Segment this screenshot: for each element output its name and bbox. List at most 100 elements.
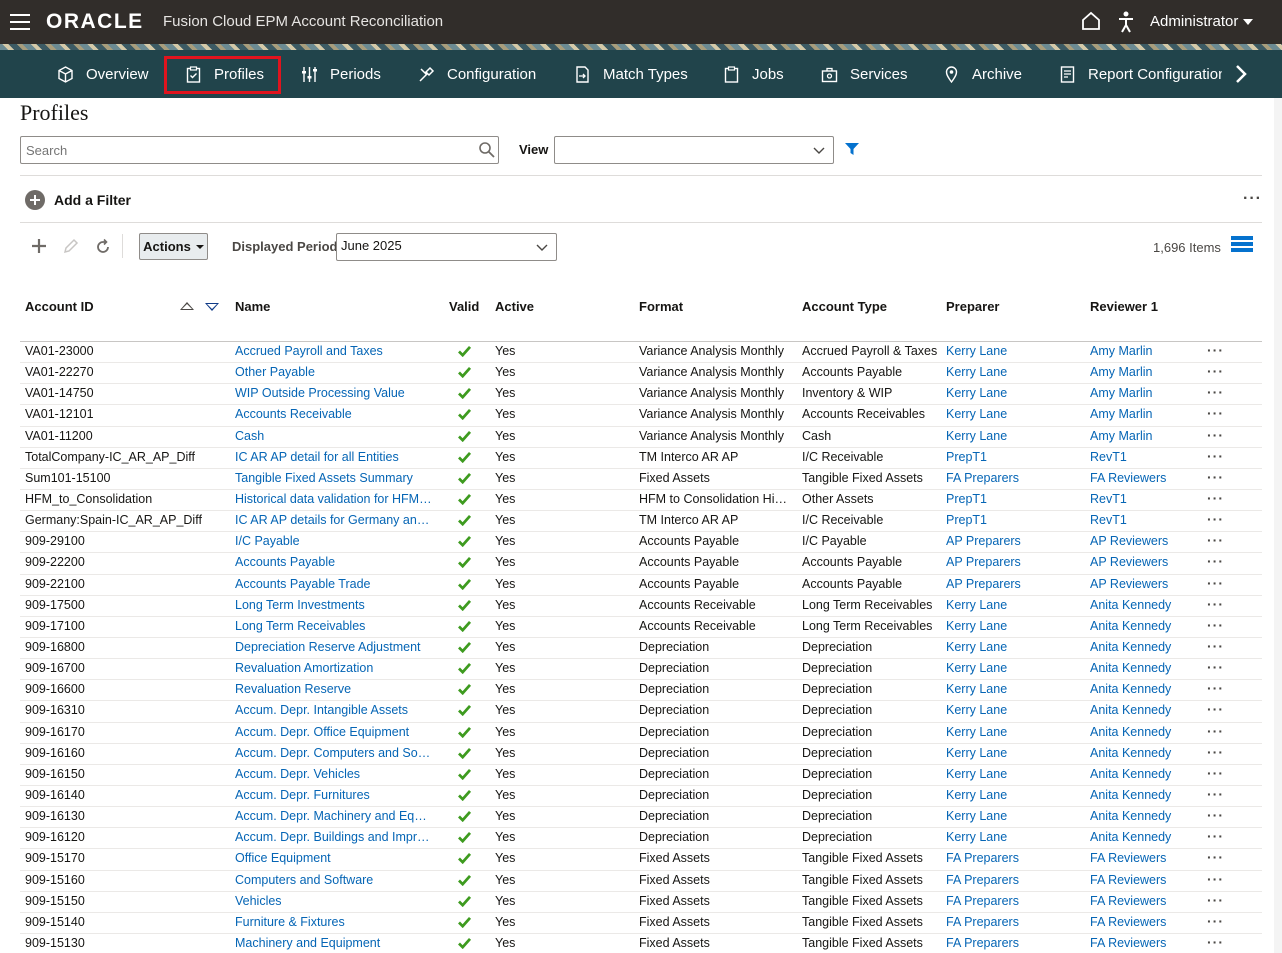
table-row[interactable]: 909-16700 Revaluation Amortization Yes Depr… [20, 659, 1262, 681]
row-actions-icon[interactable]: ··· [1207, 427, 1224, 443]
table-row[interactable]: 909-15170 Office Equipment Yes Fixed Assets… [20, 849, 1262, 871]
reviewer-link[interactable]: Anita Kennedy [1090, 703, 1210, 717]
table-row[interactable]: 909-16800 Depreciation Reserve Adjustment… [20, 638, 1262, 660]
preparer-link[interactable]: FA Preparers [946, 936, 1076, 950]
profile-name-link[interactable]: Depreciation Reserve Adjustment [235, 640, 432, 654]
table-row[interactable]: Sum101-15100 Tangible Fixed Assets Summar… [20, 469, 1262, 490]
profile-name-link[interactable]: Revaluation Amortization [235, 661, 432, 675]
row-actions-icon[interactable]: ··· [1207, 807, 1224, 823]
table-row[interactable]: 909-22200 Accounts Payable Yes Accounts Pay… [20, 553, 1262, 575]
row-actions-icon[interactable]: ··· [1207, 448, 1224, 464]
preparer-link[interactable]: Kerry Lane [946, 788, 1076, 802]
preparer-link[interactable]: Kerry Lane [946, 746, 1076, 760]
table-row[interactable]: 909-15150 Vehicles Yes Fixed Assets Tangible… [20, 892, 1262, 913]
preparer-link[interactable]: Kerry Lane [946, 830, 1076, 844]
user-menu[interactable]: Administrator [1150, 13, 1238, 30]
column-header-preparer[interactable]: Preparer [946, 299, 999, 314]
profile-name-link[interactable]: Computers and Software [235, 873, 432, 887]
profile-name-link[interactable]: Tangible Fixed Assets Summary [235, 471, 432, 485]
preparer-link[interactable]: AP Preparers [946, 534, 1076, 548]
nav-scroll-right-button[interactable] [1222, 50, 1282, 98]
menu-icon[interactable] [10, 14, 30, 30]
row-actions-icon[interactable]: ··· [1207, 638, 1224, 654]
table-row[interactable]: 909-16120 Accum. Depr. Buildings and Impr… [20, 828, 1262, 850]
row-actions-icon[interactable]: ··· [1207, 680, 1224, 696]
preparer-link[interactable]: Kerry Lane [946, 682, 1076, 696]
preparer-link[interactable]: Kerry Lane [946, 703, 1076, 717]
row-actions-icon[interactable]: ··· [1207, 617, 1224, 633]
tab-periods[interactable]: Periods [301, 50, 381, 98]
preparer-link[interactable]: FA Preparers [946, 873, 1076, 887]
row-actions-icon[interactable]: ··· [1207, 490, 1224, 506]
profile-name-link[interactable]: I/C Payable [235, 534, 432, 548]
table-row[interactable]: 909-16310 Accum. Depr. Intangible Assets Y… [20, 701, 1262, 723]
tab-overview[interactable]: Overview [57, 50, 149, 98]
table-row[interactable]: VA01-14750 WIP Outside Processing Value Ye… [20, 384, 1262, 406]
view-select[interactable] [554, 136, 834, 164]
row-actions-icon[interactable]: ··· [1207, 871, 1224, 887]
table-row[interactable]: 909-17500 Long Term Investments Yes Account… [20, 596, 1262, 617]
reviewer-link[interactable]: Amy Marlin [1090, 344, 1210, 358]
row-actions-icon[interactable]: ··· [1207, 765, 1224, 781]
preparer-link[interactable]: Kerry Lane [946, 429, 1076, 443]
reviewer-link[interactable]: Anita Kennedy [1090, 725, 1210, 739]
profile-name-link[interactable]: Accum. Depr. Vehicles [235, 767, 432, 781]
row-actions-icon[interactable]: ··· [1207, 659, 1224, 675]
reviewer-link[interactable]: Amy Marlin [1090, 429, 1210, 443]
row-actions-icon[interactable]: ··· [1207, 405, 1224, 421]
profile-name-link[interactable]: Long Term Investments [235, 598, 432, 612]
reviewer-link[interactable]: AP Reviewers [1090, 555, 1210, 569]
profile-name-link[interactable]: WIP Outside Processing Value [235, 386, 432, 400]
table-row[interactable]: 909-16130 Accum. Depr. Machinery and Equi… [20, 807, 1262, 829]
profile-name-link[interactable]: Machinery and Equipment [235, 936, 432, 950]
preparer-link[interactable]: Kerry Lane [946, 344, 1076, 358]
reviewer-link[interactable]: Anita Kennedy [1090, 809, 1210, 823]
preparer-link[interactable]: AP Preparers [946, 555, 1076, 569]
profile-name-link[interactable]: Long Term Receivables [235, 619, 432, 633]
accessibility-icon[interactable] [1118, 11, 1134, 33]
tab-report-configuration[interactable]: Report Configuration [1059, 50, 1226, 98]
reviewer-link[interactable]: FA Reviewers [1090, 915, 1210, 929]
profile-name-link[interactable]: Accounts Payable [235, 555, 432, 569]
tab-archive[interactable]: Archive [943, 50, 1022, 98]
reviewer-link[interactable]: Anita Kennedy [1090, 598, 1210, 612]
table-row[interactable]: 909-22100 Accounts Payable Trade Yes Accoun… [20, 575, 1262, 596]
list-layout-icon[interactable] [1231, 236, 1253, 255]
row-actions-icon[interactable]: ··· [1207, 934, 1224, 950]
preparer-link[interactable]: FA Preparers [946, 851, 1076, 865]
row-actions-icon[interactable]: ··· [1207, 786, 1224, 802]
table-row[interactable]: 909-16160 Accum. Depr. Computers and Soft… [20, 744, 1262, 765]
row-actions-icon[interactable]: ··· [1207, 532, 1224, 548]
row-actions-icon[interactable]: ··· [1207, 913, 1224, 929]
reviewer-link[interactable]: Amy Marlin [1090, 386, 1210, 400]
table-row[interactable]: 909-29100 I/C Payable Yes Accounts Payable I… [20, 532, 1262, 554]
preparer-link[interactable]: AP Preparers [946, 577, 1076, 591]
row-actions-icon[interactable]: ··· [1207, 553, 1224, 569]
reviewer-link[interactable]: FA Reviewers [1090, 894, 1210, 908]
table-row[interactable]: VA01-12101 Accounts Receivable Yes Variance… [20, 405, 1262, 427]
search-field[interactable] [20, 136, 499, 164]
reviewer-link[interactable]: Anita Kennedy [1090, 830, 1210, 844]
reviewer-link[interactable]: FA Reviewers [1090, 851, 1210, 865]
row-actions-icon[interactable]: ··· [1207, 511, 1224, 527]
profile-name-link[interactable]: Furniture & Fixtures [235, 915, 432, 929]
table-row[interactable]: 909-16170 Accum. Depr. Office Equipment Ye… [20, 723, 1262, 744]
preparer-link[interactable]: Kerry Lane [946, 365, 1076, 379]
reviewer-link[interactable]: Anita Kennedy [1090, 640, 1210, 654]
profile-name-link[interactable]: Historical data validation for HFM … [235, 492, 432, 506]
profile-name-link[interactable]: IC AR AP detail for all Entities [235, 450, 432, 464]
reviewer-link[interactable]: RevT1 [1090, 513, 1210, 527]
row-actions-icon[interactable]: ··· [1207, 342, 1224, 358]
column-header-account-type[interactable]: Account Type [802, 299, 887, 314]
profile-name-link[interactable]: Accum. Depr. Intangible Assets [235, 703, 432, 717]
preparer-link[interactable]: PrepT1 [946, 492, 1076, 506]
profile-name-link[interactable]: Accum. Depr. Computers and Soft… [235, 746, 432, 760]
preparer-link[interactable]: Kerry Lane [946, 619, 1076, 633]
table-row[interactable]: VA01-23000 Accrued Payroll and Taxes Yes Va… [20, 342, 1262, 364]
table-row[interactable]: 909-15130 Machinery and Equipment Yes Fixed… [20, 934, 1262, 953]
sort-ascending-icon[interactable] [180, 302, 194, 310]
add-filter-button[interactable]: Add a Filter [25, 190, 131, 210]
vertical-scrollbar[interactable] [1274, 98, 1282, 953]
reviewer-link[interactable]: Amy Marlin [1090, 407, 1210, 421]
table-row[interactable]: 909-16150 Accum. Depr. Vehicles Yes Depreci… [20, 765, 1262, 786]
